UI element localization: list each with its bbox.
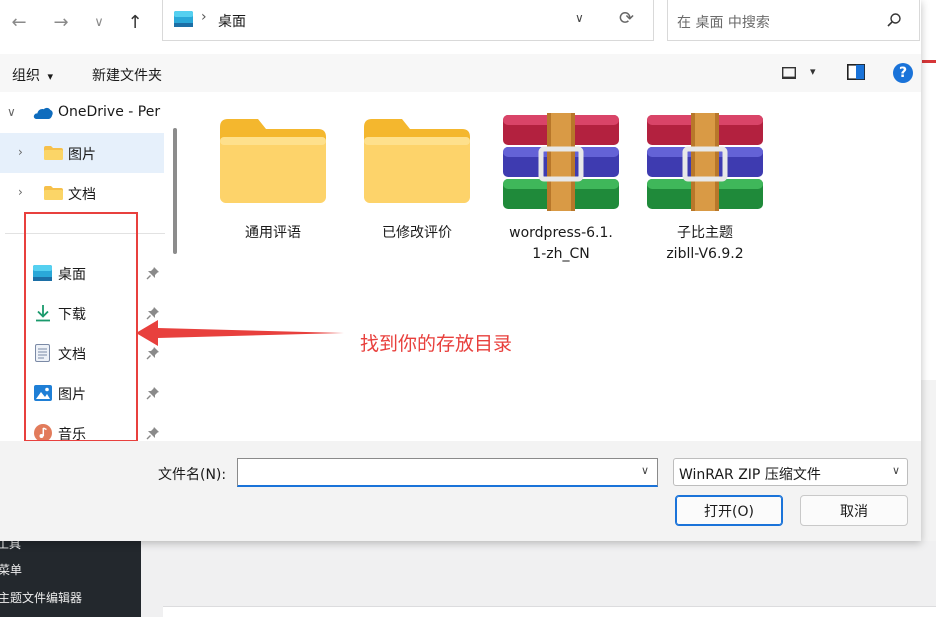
sidebar-item-onedrive[interactable]: ∨ OneDrive - Per	[0, 93, 164, 133]
refresh-button[interactable]: ⟳	[619, 8, 634, 29]
address-bar[interactable]: › 桌面 ∨ ⟳	[162, 0, 654, 41]
onedrive-cloud-icon	[33, 106, 53, 120]
background-panel	[163, 606, 936, 618]
breadcrumb-desktop[interactable]: 桌面	[218, 11, 246, 31]
chevron-down-icon: ∨	[7, 105, 16, 119]
file-name: 通用评语	[245, 225, 301, 241]
view-options-button[interactable]: ▾	[810, 65, 816, 78]
winrar-archive-icon	[503, 113, 619, 211]
address-dropdown-button[interactable]: ∨	[575, 11, 584, 25]
folder-icon	[220, 119, 326, 203]
folder-icon	[44, 186, 63, 200]
back-button[interactable]: ←	[5, 8, 33, 36]
recent-locations-button[interactable]: ∨	[85, 8, 113, 36]
search-input[interactable]: 在 桌面 中搜索	[677, 12, 770, 32]
file-open-dialog: ← → ∨ ↑ › 桌面 ∨ ⟳ 在 桌面 中搜索 组织 ▾ 新建文件夹 ▾ ?…	[0, 0, 921, 541]
chevron-down-icon[interactable]: ∨	[641, 464, 649, 477]
up-button[interactable]: ↑	[121, 8, 149, 36]
sidebar-item-label: 图片	[68, 147, 96, 163]
folder-icon	[364, 119, 470, 203]
preview-pane-icon[interactable]	[847, 64, 865, 80]
chevron-down-icon: ▾	[47, 70, 53, 83]
desktop-icon	[174, 11, 193, 27]
forward-button[interactable]: →	[47, 8, 75, 36]
new-folder-button[interactable]: 新建文件夹	[92, 65, 162, 85]
search-box[interactable]: 在 桌面 中搜索	[667, 0, 920, 41]
pin-icon[interactable]	[146, 266, 160, 280]
file-list-area: 通用评语 已修改评价 wordpress-6.1. 1-zh_CN 子比主题 z…	[184, 93, 921, 441]
help-button[interactable]: ?	[893, 63, 913, 83]
sidebar-item-label: OneDrive - Per	[58, 104, 161, 120]
winrar-archive-icon	[647, 113, 763, 211]
dialog-footer: 文件名(N): ∨ WinRAR ZIP 压缩文件 ∨ 打开(O) 取消	[0, 441, 921, 541]
organize-button[interactable]: 组织 ▾	[12, 65, 53, 85]
background-admin-menu: 工具 菜单 主题文件编辑器	[0, 537, 141, 617]
sidebar-scrollbar[interactable]	[173, 128, 177, 254]
file-item-archive[interactable]: 子比主题 zibll-V6.9.2	[640, 93, 770, 273]
view-layout-icon[interactable]	[781, 66, 797, 79]
organize-label: 组织	[12, 68, 40, 84]
pin-icon[interactable]	[146, 346, 160, 360]
annotation-text: 找到你的存放目录	[360, 333, 513, 355]
annotation-highlight-box	[24, 212, 138, 442]
pin-icon[interactable]	[146, 386, 160, 400]
file-item-archive[interactable]: wordpress-6.1. 1-zh_CN	[496, 93, 626, 273]
file-name: 已修改评价	[382, 225, 452, 241]
filetype-select[interactable]: WinRAR ZIP 压缩文件 ∨	[673, 458, 908, 486]
background-menu-item: 主题文件编辑器	[0, 591, 83, 605]
background-panel	[921, 380, 936, 541]
file-item-folder[interactable]: 通用评语	[208, 93, 338, 273]
breadcrumb-separator: ›	[201, 9, 207, 25]
file-item-folder[interactable]: 已修改评价	[352, 93, 482, 273]
folder-icon	[44, 146, 63, 160]
background-accent-line	[922, 60, 936, 63]
cancel-button[interactable]: 取消	[800, 495, 908, 526]
open-button[interactable]: 打开(O)	[675, 495, 783, 526]
pin-icon[interactable]	[146, 426, 160, 440]
chevron-down-icon: ∨	[892, 464, 901, 477]
search-icon[interactable]	[886, 12, 902, 28]
chevron-right-icon: ›	[18, 185, 23, 199]
file-name: wordpress-6.1. 1-zh_CN	[509, 225, 613, 262]
sidebar-item-pictures[interactable]: › 图片	[0, 133, 164, 173]
sidebar-item-label: 文档	[68, 187, 96, 203]
chevron-right-icon: ›	[18, 145, 23, 159]
background-menu-item: 菜单	[0, 563, 23, 577]
sidebar-item-documents[interactable]: › 文档	[0, 173, 164, 213]
filetype-value: WinRAR ZIP 压缩文件	[679, 467, 821, 483]
filename-input[interactable]: ∨	[237, 458, 658, 487]
filename-label: 文件名(N):	[158, 467, 227, 483]
file-name: 子比主题 zibll-V6.9.2	[666, 225, 744, 262]
annotation-arrow	[136, 320, 344, 346]
